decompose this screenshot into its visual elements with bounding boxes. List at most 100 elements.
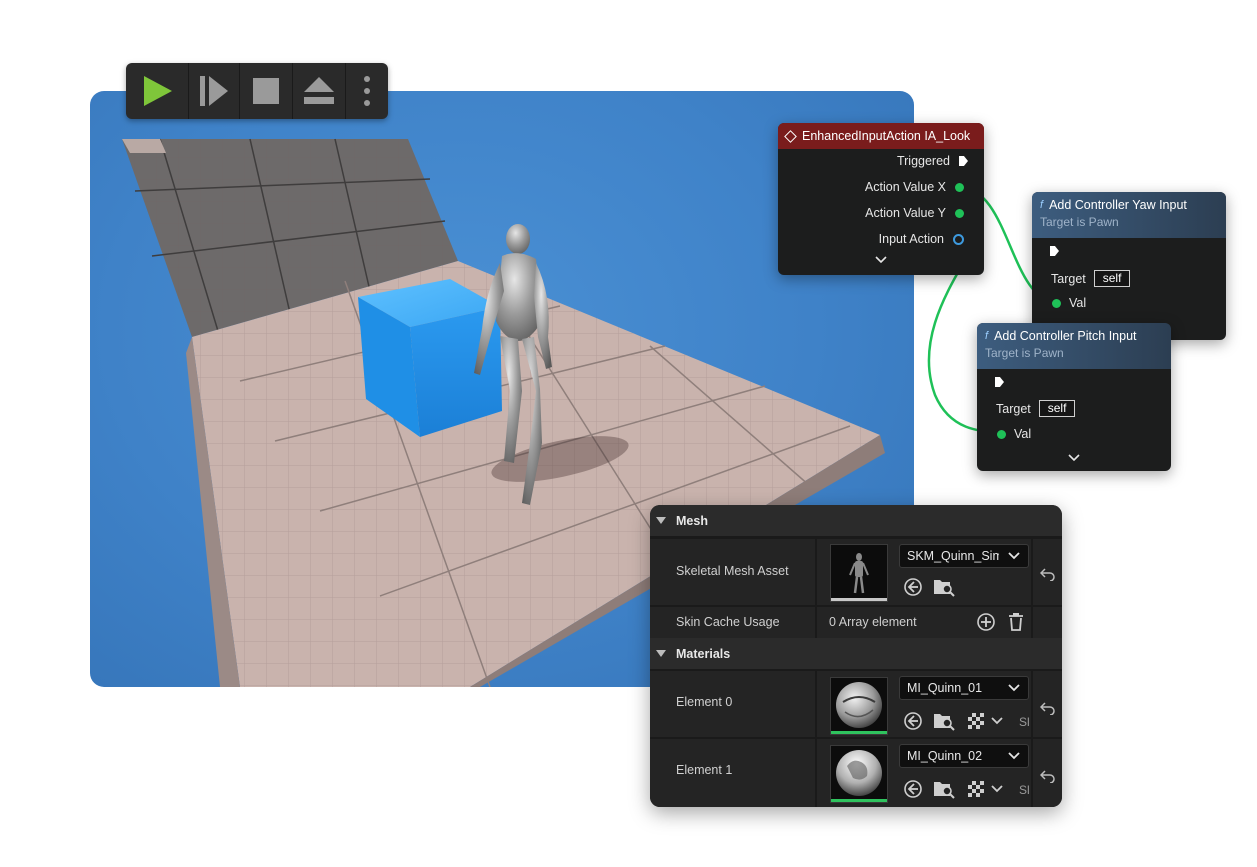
play-toolbar bbox=[126, 63, 388, 119]
action-value-y-pin-row: Action Value Y bbox=[865, 206, 964, 220]
expand-node-button[interactable] bbox=[1068, 454, 1080, 462]
action-value-x-pin-row: Action Value X bbox=[865, 180, 964, 194]
advance-frame-icon bbox=[200, 76, 228, 106]
float-pin-icon[interactable] bbox=[1052, 298, 1061, 308]
pin-label: Val bbox=[1014, 427, 1032, 441]
add-controller-pitch-input-node[interactable]: f Add Controller Pitch Input Target is P… bbox=[977, 323, 1171, 471]
node-subtitle: Target is Pawn bbox=[985, 346, 1064, 360]
node-title: EnhancedInputAction IA_Look bbox=[802, 129, 971, 143]
node-header: f Add Controller Pitch Input Target is P… bbox=[977, 323, 1171, 369]
target-pin-row: Target self bbox=[996, 400, 1076, 417]
use-selected-asset-icon[interactable] bbox=[903, 577, 923, 597]
property-label: Element 0 bbox=[676, 695, 733, 709]
column-divider bbox=[815, 671, 817, 737]
exec-in-pin[interactable] bbox=[995, 377, 1004, 387]
pin-label: Target bbox=[1051, 271, 1086, 286]
exec-pin-icon[interactable] bbox=[959, 156, 968, 166]
stop-button[interactable] bbox=[240, 63, 292, 119]
browse-asset-icon[interactable] bbox=[933, 779, 955, 799]
use-selected-asset-icon[interactable] bbox=[903, 779, 923, 799]
pin-label: Val bbox=[1069, 296, 1087, 310]
stop-icon bbox=[253, 78, 279, 104]
float-pin-icon[interactable] bbox=[955, 208, 964, 218]
details-panel: Mesh Skeletal Mesh Asset SKM_Quinn_Simpl… bbox=[650, 505, 1062, 807]
exec-in-pin[interactable] bbox=[1050, 246, 1059, 256]
object-pin-icon[interactable] bbox=[953, 233, 964, 245]
expand-node-button[interactable] bbox=[875, 256, 887, 264]
mesh-category-header[interactable]: Mesh bbox=[650, 505, 1062, 536]
chevron-down-icon bbox=[1008, 552, 1020, 560]
play-icon bbox=[144, 76, 172, 106]
chevron-down-icon[interactable] bbox=[991, 784, 1003, 794]
float-pin-icon[interactable] bbox=[997, 429, 1006, 439]
column-divider bbox=[1031, 739, 1033, 807]
truncated-option-text: Sl bbox=[1019, 715, 1030, 729]
target-pin-row: Target self bbox=[1051, 270, 1131, 287]
use-selected-asset-icon[interactable] bbox=[903, 711, 923, 731]
property-label: Skeletal Mesh Asset bbox=[676, 564, 789, 578]
target-value-field[interactable]: self bbox=[1038, 400, 1076, 417]
skin-cache-usage-row: Skin Cache Usage 0 Array element bbox=[650, 607, 1062, 638]
asset-type-bar bbox=[831, 799, 887, 802]
skeletal-mesh-asset-row: Skeletal Mesh Asset SKM_Quinn_Simple bbox=[650, 539, 1062, 605]
column-divider bbox=[815, 539, 817, 605]
browse-asset-icon[interactable] bbox=[933, 577, 955, 597]
material-sphere-icon bbox=[836, 682, 882, 728]
column-divider bbox=[815, 739, 817, 807]
float-pin-icon[interactable] bbox=[955, 182, 964, 192]
mannequin-thumbnail-icon bbox=[849, 553, 869, 594]
event-diamond-icon bbox=[784, 129, 797, 143]
material-thumbnail[interactable] bbox=[830, 677, 888, 735]
eject-icon bbox=[304, 77, 334, 104]
material-dropdown[interactable]: MI_Quinn_01 bbox=[899, 676, 1029, 700]
node-header: f Add Controller Yaw Input Target is Paw… bbox=[1032, 192, 1226, 238]
truncated-option-text: Sl bbox=[1019, 783, 1030, 797]
add-controller-yaw-input-node[interactable]: f Add Controller Yaw Input Target is Paw… bbox=[1032, 192, 1226, 340]
property-label: Skin Cache Usage bbox=[676, 615, 780, 629]
chevron-down-icon bbox=[1008, 684, 1020, 692]
val-pin-row: Val bbox=[997, 427, 1031, 441]
pin-label: Triggered bbox=[896, 154, 950, 168]
mesh-thumbnail[interactable] bbox=[830, 544, 888, 602]
chevron-down-icon[interactable] bbox=[991, 716, 1003, 726]
input-action-pin-row: Input Action bbox=[879, 232, 964, 246]
target-value-field[interactable]: self bbox=[1093, 270, 1131, 287]
node-title: Add Controller Pitch Input bbox=[994, 329, 1137, 343]
reset-to-default-icon[interactable] bbox=[1040, 769, 1056, 783]
exec-pin-icon bbox=[1050, 246, 1059, 256]
play-button[interactable] bbox=[126, 63, 188, 119]
property-label: Element 1 bbox=[676, 763, 733, 777]
material-thumbnail[interactable] bbox=[830, 745, 888, 803]
checker-texture-icon[interactable] bbox=[968, 713, 984, 729]
dropdown-value: MI_Quinn_01 bbox=[907, 681, 983, 695]
input-action-node[interactable]: EnhancedInputAction IA_Look Triggered Ac… bbox=[778, 123, 984, 275]
column-divider bbox=[1031, 671, 1033, 737]
asset-type-bar bbox=[831, 598, 887, 601]
dropdown-value: SKM_Quinn_Simple bbox=[907, 549, 999, 563]
category-title: Mesh bbox=[676, 513, 708, 528]
material-element-row: Element 0 MI_Quinn_01 Sl bbox=[650, 671, 1062, 737]
array-count-text: 0 Array element bbox=[829, 615, 917, 629]
node-header: EnhancedInputAction IA_Look bbox=[778, 123, 984, 149]
reset-to-default-icon[interactable] bbox=[1040, 567, 1056, 581]
add-element-icon[interactable] bbox=[976, 612, 996, 632]
val-pin-row: Val bbox=[1052, 296, 1086, 310]
chevron-down-icon bbox=[1008, 752, 1020, 760]
material-dropdown[interactable]: MI_Quinn_02 bbox=[899, 744, 1029, 768]
more-vertical-icon bbox=[364, 76, 370, 106]
reset-to-default-icon[interactable] bbox=[1040, 701, 1056, 715]
node-subtitle: Target is Pawn bbox=[1040, 215, 1119, 229]
skeletal-mesh-asset-dropdown[interactable]: SKM_Quinn_Simple bbox=[899, 544, 1029, 568]
materials-category-header[interactable]: Materials bbox=[650, 638, 1062, 669]
checker-texture-icon[interactable] bbox=[968, 781, 984, 797]
more-options-button[interactable] bbox=[346, 63, 388, 119]
browse-asset-icon[interactable] bbox=[933, 711, 955, 731]
eject-button[interactable] bbox=[293, 63, 345, 119]
trash-icon[interactable] bbox=[1007, 612, 1025, 632]
pin-label: Action Value X bbox=[864, 180, 946, 194]
advance-frame-button[interactable] bbox=[189, 63, 239, 119]
category-title: Materials bbox=[676, 646, 731, 661]
pin-label: Target bbox=[996, 401, 1031, 416]
asset-type-bar bbox=[831, 731, 887, 734]
collapse-triangle-icon bbox=[656, 517, 666, 524]
